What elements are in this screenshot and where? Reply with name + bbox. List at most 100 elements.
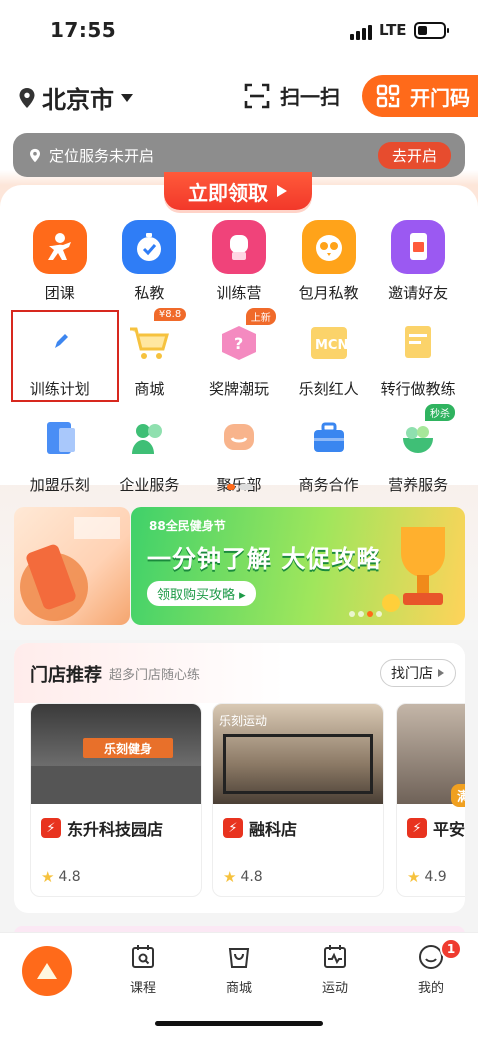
location-service-text: 定位服务未开启: [49, 146, 155, 165]
star-icon: ★: [223, 868, 237, 886]
grid-item-badge: 上新: [245, 308, 276, 325]
grid-item-12[interactable]: 企业服务: [105, 412, 195, 500]
store-card[interactable]: 乐刻运动 ⚡ 融科店 ★ 4.8: [212, 703, 384, 897]
grid-item-14[interactable]: 商务合作: [284, 412, 374, 500]
caret-down-icon: [121, 93, 133, 102]
grid-item-11[interactable]: 加盟乐刻: [15, 412, 105, 500]
rating-value: 4.9: [424, 869, 447, 885]
grid-item-1[interactable]: 团课: [15, 220, 105, 308]
store-photo: 满3: [397, 704, 465, 807]
grid-item-15[interactable]: 营养服务 秒杀: [373, 404, 463, 500]
banner-cta-button[interactable]: 领取购买攻略 ▸: [147, 581, 256, 606]
promo-banner-left[interactable]: [14, 507, 130, 625]
grid-item-label: 乐刻红人: [298, 380, 359, 398]
find-store-label: 找门店: [391, 666, 433, 682]
certificate-icon: [391, 316, 445, 370]
find-store-button[interactable]: 找门店: [380, 659, 456, 687]
grid-item-label: 奖牌潮玩: [208, 380, 269, 398]
grid-item-8[interactable]: ? 奖牌潮玩 上新: [194, 308, 284, 404]
grid-item-2[interactable]: 私教: [105, 220, 195, 308]
play-arrow-icon: [438, 669, 444, 677]
shopping-bag-icon: [228, 948, 250, 968]
store-name: 东升科技园店: [67, 820, 164, 839]
store-recommend-section: 门店推荐 超多门店随心练 找门店 乐刻健身 ⚡ 东升科技园店 ★ 4.8 乐刻运…: [14, 643, 465, 913]
grid-item-label: 包月私教: [298, 284, 359, 302]
grid-item-5[interactable]: 邀请好友: [373, 220, 463, 308]
home-indicator: [155, 1021, 323, 1026]
trophy-illustration: [382, 527, 445, 612]
claim-now-label: 立即领取: [188, 180, 268, 205]
briefcase-icon: [302, 412, 356, 466]
city-selector[interactable]: 北京市: [18, 80, 134, 115]
tab-courses[interactable]: 课程: [113, 943, 173, 996]
promo-banner-main[interactable]: 88全民健身节 一分钟了解 大促攻略 领取购买攻略 ▸: [131, 507, 465, 625]
grid-item-label: 营养服务: [388, 476, 449, 494]
status-time: 17:55: [50, 18, 117, 42]
document-icon: [33, 412, 87, 466]
tab-sport[interactable]: 运动: [305, 943, 365, 996]
location-service-bar: 定位服务未开启 去开启: [13, 133, 465, 177]
scan-button[interactable]: 扫一扫: [244, 81, 340, 110]
brand-logo-icon: ⚡: [41, 818, 61, 838]
store-sign: 乐刻运动: [219, 714, 268, 728]
banner-tag: 88全民健身节: [149, 519, 226, 533]
open-code-label: 开门码: [410, 85, 470, 110]
group-class-icon: [32, 220, 87, 274]
store-rating: ★ 4.9: [407, 868, 447, 886]
boxing-glove-icon: [211, 220, 266, 274]
section-title: 门店推荐: [30, 665, 102, 686]
tab-label: 运动: [321, 981, 348, 996]
city-name: 北京市: [42, 86, 114, 114]
grid-item-10[interactable]: 转行做教练: [373, 316, 463, 404]
star-icon: ★: [41, 868, 55, 886]
rating-value: 4.8: [240, 869, 263, 885]
owl-icon: [301, 220, 356, 274]
scan-icon: [244, 83, 270, 108]
calendar-pulse-icon: [324, 945, 346, 968]
network-label: LTE: [379, 21, 407, 39]
location-pin-icon: [30, 148, 40, 162]
tab-mall[interactable]: 商城: [209, 943, 269, 996]
signal-icon: [350, 25, 372, 40]
enable-location-button[interactable]: 去开启: [377, 141, 451, 169]
drink-cup-illustration: [20, 517, 120, 621]
svg-text:?: ?: [234, 334, 243, 353]
banner-page-indicator: [349, 611, 382, 617]
gift-phone-icon: [391, 220, 446, 274]
mcn-icon: MCN: [302, 316, 356, 370]
grid-item-9[interactable]: MCN 乐刻红人: [284, 316, 374, 404]
store-card[interactable]: 满3 ⚡ 平安 ★ 4.9: [396, 703, 465, 897]
tab-label: 我的: [417, 981, 444, 996]
enterprise-people-icon: [122, 412, 176, 466]
grid-item-label: 商务合作: [298, 476, 359, 494]
open-door-code-button[interactable]: 开门码: [362, 75, 478, 117]
store-photo: 乐刻健身: [31, 704, 201, 804]
triangle-up-icon: [37, 963, 57, 979]
brand-logo-icon: ⚡: [407, 818, 427, 838]
grid-item-label: 转行做教练: [380, 380, 456, 398]
store-photo: 乐刻运动: [213, 704, 383, 804]
grid-item-4[interactable]: 包月私教: [284, 220, 374, 308]
store-name: 平安: [433, 820, 465, 839]
grid-item-label: 企业服务: [119, 476, 180, 494]
play-arrow-icon: [277, 185, 287, 197]
grid-item-label: 团课: [44, 284, 75, 302]
store-sign: 乐刻健身: [83, 738, 173, 758]
cart-icon: [122, 316, 176, 370]
brand-logo-icon: ⚡: [223, 818, 243, 838]
grid-item-label: 邀请好友: [388, 284, 449, 302]
notification-badge: 1: [440, 938, 462, 960]
rating-value: 4.8: [58, 869, 81, 885]
banner-title: 一分钟了解 大促攻略: [147, 545, 382, 573]
promo-badge: 满3: [450, 784, 465, 807]
section-subtitle: 超多门店随心练: [109, 668, 201, 683]
location-pin-icon: [19, 87, 35, 108]
home-tab-button[interactable]: [22, 946, 72, 996]
grid-item-label: 商城: [134, 380, 165, 398]
claim-now-button[interactable]: 立即领取: [164, 172, 312, 210]
grid-item-badge: 秒杀: [424, 404, 455, 421]
store-card[interactable]: 乐刻健身 ⚡ 东升科技园店 ★ 4.8: [30, 703, 202, 897]
battery-icon: [414, 22, 449, 39]
grid-item-3[interactable]: 训练营: [194, 220, 284, 308]
svg-text:MCN: MCN: [315, 338, 348, 353]
